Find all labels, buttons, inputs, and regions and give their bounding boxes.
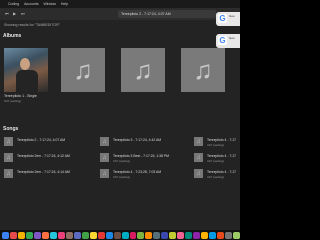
music-note-icon: ♫ xyxy=(73,55,93,85)
music-app-window: ⏮ ▶ ⏭ Tenrepiloto 2 - 7:17:24, 4:07 AM S… xyxy=(0,8,240,230)
album-artwork-3[interactable]: ♫ xyxy=(121,48,165,92)
dock-app-icon[interactable] xyxy=(65,231,73,239)
dock-app-icon[interactable] xyxy=(97,231,105,239)
menu-item-accounts[interactable]: Accounts xyxy=(24,2,38,6)
play-icon[interactable]: ▶ xyxy=(13,11,16,16)
song-title: Tenrepiloto 2em - 7:17:24, 4:12 AM xyxy=(17,154,70,158)
album-artist-1: Ah!! (setting) xyxy=(4,99,22,103)
notification-text: Goo xyxy=(229,14,235,18)
dock-app-icon[interactable] xyxy=(2,231,9,239)
artwork-face xyxy=(20,58,30,70)
dock-app-icon[interactable] xyxy=(89,231,97,239)
song-artwork-icon: ♫ xyxy=(4,137,13,146)
dock-app-icon[interactable] xyxy=(209,231,217,239)
artwork-body xyxy=(16,70,38,92)
music-note-icon: ♫ xyxy=(193,55,213,85)
dock-app-icon[interactable] xyxy=(33,231,41,239)
dock-app-icon[interactable] xyxy=(153,231,161,239)
dock xyxy=(0,230,241,240)
albums-heading: Albums xyxy=(3,33,22,39)
song-artist: Ah!! (setting) xyxy=(207,143,225,147)
song-artwork-icon: ♫ xyxy=(100,137,109,146)
song-artwork-icon: ♫ xyxy=(100,169,109,178)
dock-app-icon[interactable] xyxy=(193,231,201,239)
dock-app-icon[interactable] xyxy=(233,231,241,239)
next-track-icon[interactable]: ⏭ xyxy=(21,11,25,16)
song-title: Tenrepiloto 3 Best - 7:17:24, 1:38 PM xyxy=(113,154,169,158)
song-artist: Ah!! (setting) xyxy=(113,175,131,179)
dock-app-icon[interactable] xyxy=(185,231,193,239)
playback-toolbar: ⏮ ▶ ⏭ Tenrepiloto 2 - 7:17:24, 4:07 AM xyxy=(0,8,240,20)
notification-google[interactable]: G Goo xyxy=(216,34,240,48)
song-title: Tenrepiloto 4 - 7:17 xyxy=(207,154,237,158)
song-artwork-icon: ♫ xyxy=(194,169,203,178)
dock-app-icon[interactable] xyxy=(25,231,33,239)
dock-app-icon[interactable] xyxy=(73,231,81,239)
dock-app-icon[interactable] xyxy=(49,231,57,239)
song-title: Tenrepiloto 4 - 7:17 xyxy=(207,138,237,142)
menu-bar: Coding Accounts Window Help xyxy=(0,0,240,8)
dock-app-icon[interactable] xyxy=(113,231,121,239)
google-icon: G xyxy=(218,14,227,23)
dock-app-icon[interactable] xyxy=(225,231,233,239)
dock-app-icon[interactable] xyxy=(129,231,137,239)
music-note-icon: ♫ xyxy=(133,55,153,85)
song-artist: Ah!! (setting) xyxy=(113,159,131,163)
song-artist: Ah!! (setting) xyxy=(207,175,225,179)
song-artwork-icon: ♫ xyxy=(4,169,13,178)
dock-app-icon[interactable] xyxy=(169,231,177,239)
song-artwork-icon: ♫ xyxy=(4,153,13,162)
dock-app-icon[interactable] xyxy=(177,231,185,239)
dock-app-icon[interactable] xyxy=(161,231,169,239)
song-artwork-icon: ♫ xyxy=(194,153,203,162)
google-icon: G xyxy=(218,36,227,45)
search-results-caption: Showing results for "TAMBEDITOR" xyxy=(4,23,60,27)
notification-google[interactable]: G Goo xyxy=(216,12,240,26)
menu-item-window[interactable]: Window xyxy=(43,2,55,6)
dock-app-icon[interactable] xyxy=(105,231,113,239)
dock-app-icon[interactable] xyxy=(81,231,89,239)
dock-app-icon[interactable] xyxy=(41,231,49,239)
album-artwork-1[interactable] xyxy=(4,48,48,92)
songs-heading: Songs xyxy=(3,126,19,132)
previous-track-icon[interactable]: ⏮ xyxy=(5,11,9,16)
dock-app-icon[interactable] xyxy=(217,231,225,239)
song-artwork-icon: ♫ xyxy=(100,153,109,162)
dock-app-icon[interactable] xyxy=(17,231,25,239)
dock-app-icon[interactable] xyxy=(9,231,17,239)
song-title: Tenrepiloto 4 - 7:17 xyxy=(207,170,237,174)
dock-app-icon[interactable] xyxy=(57,231,65,239)
dock-app-icon[interactable] xyxy=(145,231,153,239)
dock-app-icon[interactable] xyxy=(137,231,145,239)
notification-text: Goo xyxy=(229,36,235,40)
song-title: Tenrepiloto 2 - 7:17:24, 4:07 AM xyxy=(17,138,66,142)
album-artwork-2[interactable]: ♫ xyxy=(61,48,105,92)
song-title: Tenrepiloto 2em - 7:17:24, 4:14 AM xyxy=(17,170,70,174)
album-artwork-4[interactable]: ♫ xyxy=(181,48,225,92)
dock-app-icon[interactable] xyxy=(201,231,209,239)
song-title: Tenrepiloto 3 - 7:17:24, 4:42 AM xyxy=(113,138,162,142)
menu-item-help[interactable]: Help xyxy=(61,2,68,6)
song-artwork-icon: ♫ xyxy=(194,137,203,146)
now-playing-display[interactable]: Tenrepiloto 2 - 7:17:24, 4:07 AM xyxy=(118,10,216,18)
menu-item-coding[interactable]: Coding xyxy=(8,2,19,6)
album-title-1[interactable]: Tenrepiloto 1 - Single xyxy=(4,94,37,98)
song-artist: Ah!! (setting) xyxy=(207,159,225,163)
song-title: Tenrepiloto 4 - 7:23:28, 7:03 AM xyxy=(113,170,162,174)
dock-app-icon[interactable] xyxy=(121,231,129,239)
